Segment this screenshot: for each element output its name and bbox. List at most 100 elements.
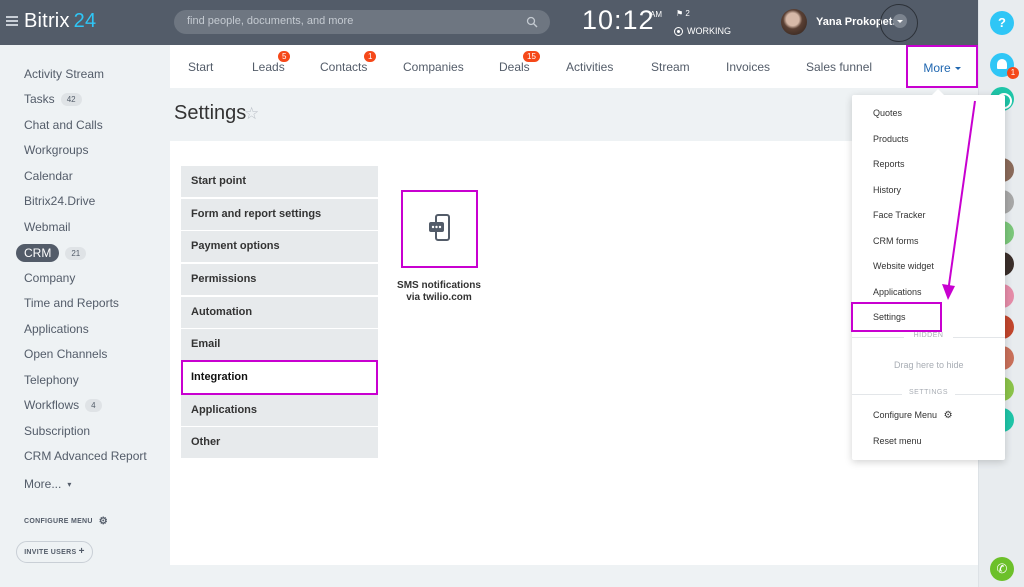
dropdown-item-products[interactable]: Products (873, 134, 909, 144)
menu-item-chat-and-calls[interactable]: Chat and Calls (24, 118, 103, 132)
tab-label: Deals (499, 60, 530, 74)
tab-companies[interactable]: Companies (403, 45, 464, 88)
cursor-highlight-ring (880, 4, 918, 42)
tab-sales-funnel[interactable]: Sales funnel (806, 45, 872, 88)
work-status[interactable]: WORKING (674, 26, 731, 36)
drag-to-hide-hint: Drag here to hide (894, 360, 964, 370)
reset-menu-item[interactable]: Reset menu (873, 436, 922, 446)
menu-item-label: More... (24, 477, 62, 491)
category-email[interactable]: Email (181, 329, 378, 360)
menu-item-webmail[interactable]: Webmail (24, 220, 70, 234)
menu-item-open-channels[interactable]: Open Channels (24, 347, 107, 361)
search-icon[interactable] (526, 16, 538, 28)
menu-counter: 42 (60, 92, 82, 106)
flag-count: 2 (685, 9, 690, 18)
menu-item-label: Applications (24, 322, 89, 336)
dropdown-item-crm-forms[interactable]: CRM forms (873, 236, 919, 246)
more-dropdown-menu: Quotes Products Reports History Face Tra… (851, 89, 1005, 460)
star-icon[interactable]: ☆ (244, 104, 259, 124)
menu-item-workflows[interactable]: Workflows 4 (24, 398, 102, 412)
category-permissions[interactable]: Permissions (181, 264, 378, 295)
sms-notifications-caption[interactable]: SMS notifications via twilio.com (386, 280, 492, 304)
dropdown-item-website-widget[interactable]: Website widget (873, 261, 934, 271)
category-label: Permissions (191, 273, 257, 285)
tab-stream[interactable]: Stream (651, 45, 690, 88)
work-status-label: WORKING (687, 26, 731, 36)
menu-item-drive[interactable]: Bitrix24.Drive (24, 194, 95, 208)
tab-contacts[interactable]: Contacts 1 (320, 45, 377, 88)
category-label: Other (191, 436, 221, 448)
logo-brand: Bitrix (24, 10, 70, 32)
tab-label: Companies (403, 60, 464, 74)
app-logo[interactable]: Bitrix 24 (24, 10, 96, 33)
user-avatar[interactable] (781, 9, 807, 35)
sms-notifications-app-tile[interactable] (401, 190, 478, 268)
menu-item-company[interactable]: Company (24, 271, 75, 285)
menu-item-label: Subscription (24, 424, 91, 438)
dropdown-item-face-tracker[interactable]: Face Tracker (873, 210, 926, 220)
menu-item-telephony[interactable]: Telephony (24, 373, 79, 387)
menu-item-label: Workgroups (24, 143, 89, 157)
menu-counter: 4 (85, 398, 102, 412)
help-icon[interactable]: ? (990, 11, 1014, 35)
menu-item-label: Bitrix24.Drive (24, 194, 96, 208)
notifications-badge: 1 (1007, 67, 1019, 79)
dropdown-item-history[interactable]: History (873, 185, 901, 195)
tab-invoices[interactable]: Invoices (726, 45, 770, 88)
menu-item-label: Open Channels (24, 347, 108, 361)
menu-item-activity-stream[interactable]: Activity Stream (24, 67, 104, 81)
dropdown-item-settings[interactable]: Settings (851, 302, 942, 332)
menu-item-calendar[interactable]: Calendar (24, 169, 73, 183)
menu-item-label: Telephony (24, 373, 79, 387)
tab-label: Invoices (726, 60, 771, 74)
menu-item-crm-advanced-report[interactable]: CRM Advanced Report (24, 449, 147, 463)
category-applications[interactable]: Applications (181, 395, 378, 426)
category-form-and-report-settings[interactable]: Form and report settings (181, 199, 378, 230)
left-menu: Activity Stream Tasks 42 Chat and Calls W… (0, 45, 170, 587)
tab-leads[interactable]: Leads 5 (252, 45, 291, 88)
hamburger-icon[interactable] (6, 16, 18, 26)
category-start-point[interactable]: Start point (181, 166, 378, 197)
search-input[interactable] (187, 15, 507, 27)
invite-users-button[interactable]: INVITE USERS + (16, 541, 93, 563)
menu-item-label: Calendar (24, 169, 73, 183)
tab-activities[interactable]: Activities (566, 45, 613, 88)
category-other[interactable]: Other (181, 427, 378, 458)
category-automation[interactable]: Automation (181, 297, 378, 328)
top-header: Bitrix24 10:12 AM ⚑ 2 WORKING Yana Proko… (0, 0, 978, 45)
settings-separator: SETTINGS (852, 389, 1005, 399)
tab-start[interactable]: Start (188, 45, 213, 88)
tab-label: Contacts (320, 60, 368, 74)
phone-icon[interactable]: ✆ (990, 557, 1014, 581)
menu-item-label: CRM Advanced Report (24, 449, 147, 463)
tab-badge: 15 (523, 51, 540, 62)
configure-menu-item[interactable]: Configure Menu ⚙ (873, 410, 953, 421)
menu-item-subscription[interactable]: Subscription (24, 424, 90, 438)
dropdown-item-applications[interactable]: Applications (873, 287, 922, 297)
dropdown-item-reports[interactable]: Reports (873, 159, 905, 169)
menu-item-label: Tasks (24, 92, 55, 106)
menu-item-crm[interactable]: CRM 21 (16, 244, 87, 262)
gear-icon: ⚙ (943, 410, 953, 421)
tab-label: Sales funnel (806, 60, 873, 74)
tab-deals[interactable]: Deals 15 (499, 45, 540, 88)
category-label: Payment options (191, 240, 280, 252)
menu-item-label: Time and Reports (24, 296, 119, 310)
category-payment-options[interactable]: Payment options (181, 231, 378, 262)
menu-item-applications[interactable]: Applications (24, 322, 89, 336)
tab-more[interactable]: More (906, 45, 978, 88)
category-integration[interactable]: Integration (181, 360, 378, 395)
menu-item-more[interactable]: More... ▾ (24, 477, 71, 491)
menu-item-workgroups[interactable]: Workgroups (24, 143, 88, 157)
search-box[interactable] (174, 10, 550, 34)
clock-time[interactable]: 10:12 (582, 5, 655, 36)
page-title: Settings (174, 102, 247, 124)
menu-item-label: Chat and Calls (24, 118, 103, 132)
menu-item-label: Webmail (24, 220, 71, 234)
flag-counter[interactable]: ⚑ 2 (676, 9, 690, 18)
configure-menu-link[interactable]: CONFIGURE MENU ⚙ (24, 516, 108, 527)
menu-item-time-and-reports[interactable]: Time and Reports (24, 296, 119, 310)
dropdown-item-quotes[interactable]: Quotes (873, 108, 902, 118)
menu-item-label: Workflows (24, 398, 80, 412)
menu-item-tasks[interactable]: Tasks 42 (24, 92, 82, 106)
